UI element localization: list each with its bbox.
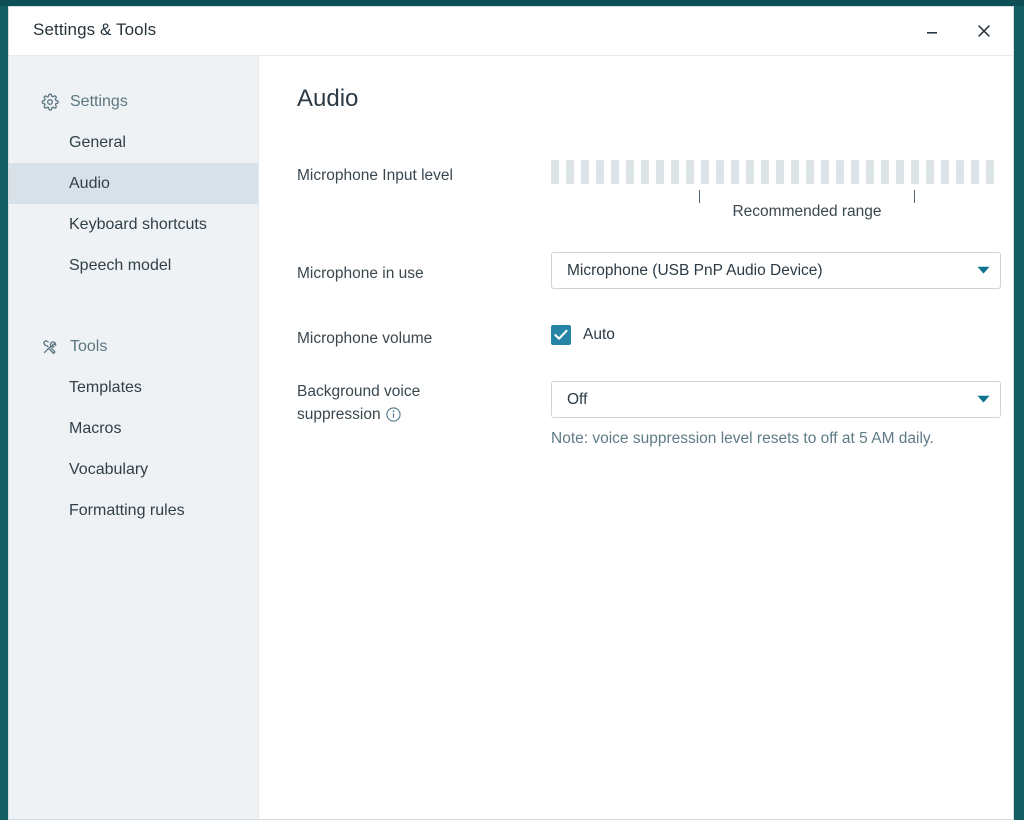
sidebar-item-label: Vocabulary <box>69 460 149 478</box>
meter-segment <box>941 160 949 184</box>
meter-segment <box>686 160 694 184</box>
suppression-note: Note: voice suppression level resets to … <box>551 430 934 447</box>
microphone-select-value: Microphone (USB PnP Audio Device) <box>567 261 823 279</box>
sidebar: Settings General Audio Keyboard shortcut… <box>9 56 259 819</box>
minimize-button[interactable] <box>913 13 951 49</box>
input-level-label: Microphone Input level <box>297 167 453 184</box>
meter-segment <box>656 160 664 184</box>
sidebar-item-label: Audio <box>69 174 110 192</box>
sidebar-group-header-tools[interactable]: Tools <box>9 327 258 367</box>
sidebar-item-label: Keyboard shortcuts <box>69 215 207 233</box>
tools-icon <box>40 337 60 357</box>
meter-segment <box>821 160 829 184</box>
settings-window: Settings & Tools Settings General Audio … <box>8 6 1014 820</box>
sidebar-item-general[interactable]: General <box>9 122 258 163</box>
window-titlebar[interactable]: Settings & Tools <box>9 7 1013 56</box>
main-content: Audio Microphone Input level Recommended… <box>260 56 1013 819</box>
close-button[interactable] <box>965 13 1003 49</box>
sidebar-item-formatting-rules[interactable]: Formatting rules <box>9 490 258 531</box>
sidebar-item-audio[interactable]: Audio <box>9 163 258 204</box>
meter-segment <box>596 160 604 184</box>
suppression-label-text: Background voice suppression <box>297 383 421 423</box>
meter-segment <box>986 160 994 184</box>
meter-segment <box>836 160 844 184</box>
sidebar-group-settings: Settings General Audio Keyboard shortcut… <box>9 82 258 286</box>
sidebar-item-label: Speech model <box>69 256 172 274</box>
meter-segments <box>551 160 1002 184</box>
sidebar-group-header-settings[interactable]: Settings <box>9 82 258 122</box>
sidebar-item-label: Formatting rules <box>69 501 185 519</box>
microphone-select[interactable]: Microphone (USB PnP Audio Device) <box>551 252 1001 289</box>
meter-tick-low <box>699 190 700 203</box>
meter-tick-high <box>914 190 915 203</box>
sidebar-item-label: General <box>69 133 126 151</box>
chevron-down-icon <box>966 266 1000 275</box>
meter-segment <box>911 160 919 184</box>
meter-segment <box>926 160 934 184</box>
auto-volume-checkbox[interactable]: Auto <box>551 325 615 345</box>
meter-segment <box>746 160 754 184</box>
meter-segment <box>626 160 634 184</box>
meter-segment <box>956 160 964 184</box>
meter-segment <box>896 160 904 184</box>
sidebar-item-speech-model[interactable]: Speech model <box>9 245 258 286</box>
meter-segment <box>851 160 859 184</box>
sidebar-group-label: Settings <box>70 93 128 110</box>
microphone-volume-label: Microphone volume <box>297 330 433 347</box>
auto-checkbox-label: Auto <box>583 326 615 343</box>
gear-icon <box>40 92 60 112</box>
window-title: Settings & Tools <box>33 20 157 39</box>
suppression-select[interactable]: Off <box>551 381 1001 418</box>
sidebar-group-tools: Tools Templates Macros Vocabulary Format… <box>9 327 258 531</box>
suppression-label: Background voice suppression <box>297 380 467 426</box>
meter-segment <box>716 160 724 184</box>
minimize-icon <box>927 32 937 34</box>
sidebar-item-label: Macros <box>69 419 122 437</box>
sidebar-item-templates[interactable]: Templates <box>9 367 258 408</box>
sidebar-item-label: Templates <box>69 378 142 396</box>
microphone-in-use-label: Microphone in use <box>297 265 424 282</box>
chevron-down-icon <box>966 395 1000 404</box>
meter-segment <box>731 160 739 184</box>
meter-segment <box>581 160 589 184</box>
window-body: Settings General Audio Keyboard shortcut… <box>9 56 1013 819</box>
meter-segment <box>641 160 649 184</box>
page-title: Audio <box>297 85 359 112</box>
sidebar-item-vocabulary[interactable]: Vocabulary <box>9 449 258 490</box>
suppression-select-value: Off <box>567 390 588 408</box>
meter-segment <box>701 160 709 184</box>
sidebar-group-label: Tools <box>70 338 108 355</box>
meter-segment <box>806 160 814 184</box>
meter-segment <box>881 160 889 184</box>
meter-segment <box>761 160 769 184</box>
meter-segment <box>611 160 619 184</box>
checkmark-icon <box>554 329 568 340</box>
meter-segment <box>791 160 799 184</box>
meter-segment <box>866 160 874 184</box>
sidebar-item-macros[interactable]: Macros <box>9 408 258 449</box>
input-level-meter: Recommended range <box>551 160 1002 220</box>
close-icon <box>978 25 990 37</box>
meter-segment <box>671 160 679 184</box>
checkbox-box <box>551 325 571 345</box>
info-icon[interactable] <box>385 407 401 422</box>
sidebar-item-keyboard-shortcuts[interactable]: Keyboard shortcuts <box>9 204 258 245</box>
meter-segment <box>566 160 574 184</box>
meter-caption: Recommended range <box>732 203 882 220</box>
meter-segment <box>776 160 784 184</box>
meter-segment <box>551 160 559 184</box>
meter-segment <box>971 160 979 184</box>
